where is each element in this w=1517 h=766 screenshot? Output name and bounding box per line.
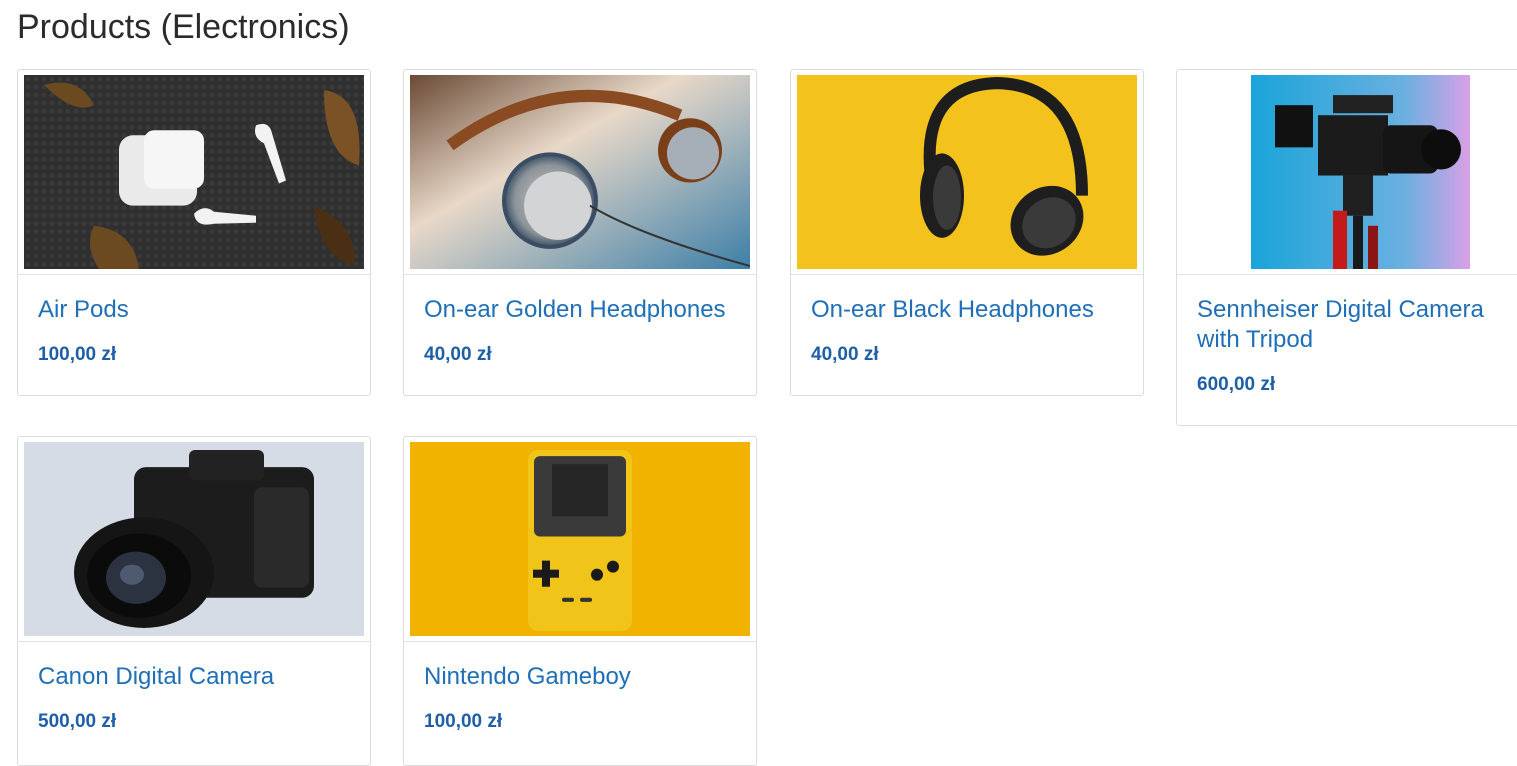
- product-image-frame[interactable]: [404, 70, 756, 275]
- golden-headphones-image[interactable]: [410, 75, 750, 269]
- product-image-frame[interactable]: [404, 437, 756, 642]
- product-card-golden-headphones[interactable]: On-ear Golden Headphones 40,00 zł: [403, 69, 757, 396]
- product-image-frame[interactable]: [18, 70, 370, 275]
- product-name-link[interactable]: Nintendo Gameboy: [424, 662, 736, 692]
- product-card-camera-tripod[interactable]: Sennheiser Digital Camera with Tripod 60…: [1176, 69, 1517, 426]
- product-image-frame[interactable]: [18, 437, 370, 642]
- gameboy-image[interactable]: [410, 442, 750, 636]
- product-card-black-headphones[interactable]: On-ear Black Headphones 40,00 zł: [790, 69, 1144, 396]
- product-price: 40,00 zł: [424, 344, 492, 365]
- product-name-link[interactable]: Canon Digital Camera: [38, 662, 350, 692]
- product-card-gameboy[interactable]: Nintendo Gameboy 100,00 zł: [403, 436, 757, 766]
- product-price: 100,00 zł: [424, 711, 503, 732]
- airpods-image[interactable]: [24, 75, 364, 269]
- product-price: 40,00 zł: [811, 344, 879, 365]
- product-name-link[interactable]: Sennheiser Digital Camera with Tripod: [1197, 295, 1509, 355]
- product-price: 600,00 zł: [1197, 374, 1276, 395]
- product-name-link[interactable]: Air Pods: [38, 295, 350, 325]
- canon-camera-image[interactable]: [24, 442, 364, 636]
- product-image-frame[interactable]: [1177, 70, 1517, 275]
- product-price: 500,00 zł: [38, 711, 117, 732]
- product-name-link[interactable]: On-ear Black Headphones: [811, 295, 1123, 325]
- product-name-link[interactable]: On-ear Golden Headphones: [424, 295, 736, 325]
- black-headphones-image[interactable]: [797, 75, 1137, 269]
- product-card-canon-camera[interactable]: Canon Digital Camera 500,00 zł: [17, 436, 371, 766]
- product-card-air-pods[interactable]: Air Pods 100,00 zł: [17, 69, 371, 396]
- page-title: Products (Electronics): [17, 8, 350, 46]
- product-price: 100,00 zł: [38, 344, 117, 365]
- camera-tripod-image[interactable]: [1183, 75, 1517, 269]
- product-image-frame[interactable]: [791, 70, 1143, 275]
